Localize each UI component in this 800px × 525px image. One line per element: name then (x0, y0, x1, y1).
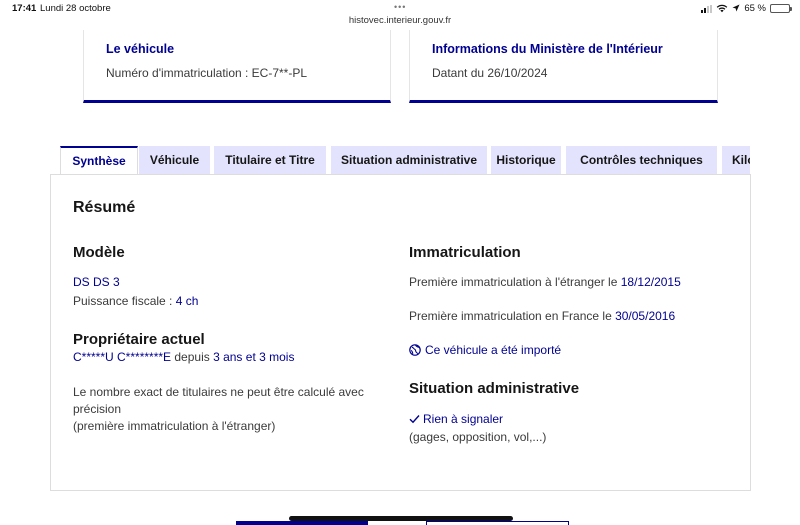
imported-link[interactable]: Ce véhicule a été importé (409, 343, 561, 357)
ministry-card: Informations du Ministère de l'Intérieur… (409, 30, 718, 103)
model-heading: Modèle (73, 244, 125, 261)
secondary-button[interactable] (426, 521, 569, 525)
check-icon (409, 415, 420, 424)
foreign-registration-date: 18/12/2015 (620, 275, 681, 289)
home-indicator[interactable] (289, 516, 513, 521)
status-bar: 17:41 Lundi 28 octobre ••• histovec.inte… (0, 0, 800, 30)
tab-synthese[interactable]: Synthèse (60, 146, 138, 175)
more-dots-icon[interactable]: ••• (394, 2, 406, 12)
owners-note-line2: précision (73, 402, 122, 416)
owner-heading: Propriétaire actuel (73, 331, 205, 348)
battery-icon (770, 4, 792, 13)
tab-kilometrage[interactable]: Kilo (722, 146, 750, 175)
tab-controles-techniques[interactable]: Contrôles techniques (566, 146, 717, 175)
vehicle-card-title: Le véhicule (106, 42, 175, 56)
tab-vehicule[interactable]: Véhicule (139, 146, 210, 175)
globe-icon (409, 344, 421, 356)
summary-title: Résumé (73, 199, 136, 216)
ministry-card-title: Informations du Ministère de l'Intérieur (432, 42, 663, 56)
tab-bar: Synthèse Véhicule Titulaire et Titre Sit… (50, 146, 750, 175)
owner-since-label: depuis (171, 350, 214, 364)
report-date: Datant du 26/10/2024 (432, 66, 548, 80)
admin-status: Rien à signaler (409, 412, 503, 426)
fiscal-power-value: 4 ch (175, 294, 199, 308)
owner-since-value: 3 ans et 3 mois (213, 350, 295, 364)
france-registration-label: Première immatriculation en France le (409, 309, 616, 323)
france-registration-date: 30/05/2016 (615, 309, 676, 323)
clock: 17:41 (12, 3, 37, 14)
tab-historique[interactable]: Historique (491, 146, 561, 175)
date: Lundi 28 octobre (40, 3, 111, 14)
fiscal-power: Puissance fiscale : 4 ch (73, 294, 198, 308)
fiscal-power-label: Puissance fiscale : (73, 294, 176, 308)
signal-icon (701, 4, 713, 13)
owner-name: C*****U C********E (73, 350, 172, 364)
tab-situation-administrative[interactable]: Situation administrative (331, 146, 487, 175)
admin-status-label: Rien à signaler (423, 412, 504, 426)
battery-percent: 65 % (744, 3, 766, 14)
vehicle-card: Le véhicule Numéro d'immatriculation : E… (83, 30, 391, 103)
admin-status-details: (gages, opposition, vol,...) (409, 430, 547, 444)
address-bar[interactable]: histovec.interieur.gouv.fr (0, 15, 800, 26)
synthese-panel: Résumé Modèle DS DS 3 Puissance fiscale … (50, 174, 751, 491)
imported-label: Ce véhicule a été importé (425, 343, 562, 357)
owners-note-line3: (première immatriculation à l'étranger) (73, 419, 276, 433)
wifi-icon (717, 4, 728, 13)
registration-number: Numéro d'immatriculation : EC-7**-PL (106, 66, 308, 80)
admin-situation-heading: Situation administrative (409, 380, 580, 397)
foreign-registration-label: Première immatriculation à l'étranger le (409, 275, 621, 289)
owners-note-line1: Le nombre exact de titulaires ne peut êt… (73, 385, 364, 399)
registration-heading: Immatriculation (409, 244, 521, 261)
status-icons: 65 % (701, 3, 792, 14)
tab-titulaire-titre[interactable]: Titulaire et Titre (214, 146, 326, 175)
location-icon (732, 4, 740, 12)
url-text: histovec.interieur.gouv.fr (348, 15, 452, 26)
france-registration: Première immatriculation en France le 30… (409, 309, 675, 323)
primary-button[interactable] (236, 521, 368, 525)
owner-line: C*****U C********E depuis 3 ans et 3 moi… (73, 350, 294, 364)
model-name: DS DS 3 (73, 275, 120, 289)
foreign-registration: Première immatriculation à l'étranger le… (409, 275, 681, 289)
